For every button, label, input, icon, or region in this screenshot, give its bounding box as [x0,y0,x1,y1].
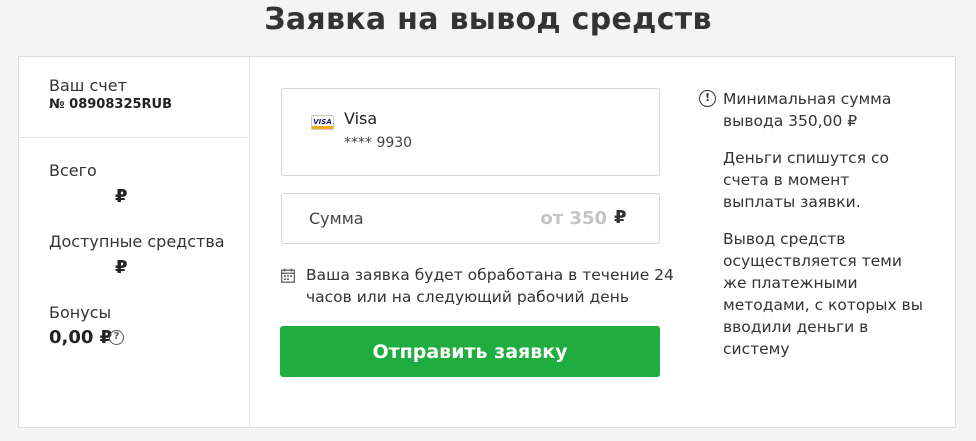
submit-request-button[interactable]: Отправить заявку [280,326,660,377]
account-sidebar: Ваш счет № 08908325RUB Всего ₽ Доступные… [19,57,250,427]
withdrawal-card: Ваш счет № 08908325RUB Всего ₽ Доступные… [18,56,956,428]
available-label: Доступные средства [49,232,225,251]
min-amount-note: Минимальная сумма вывода 350,00 ₽ [723,90,892,130]
total-value: ₽ [115,186,128,207]
account-info: Ваш счет № 08908325RUB [19,57,249,138]
visa-card-icon: VISA [311,115,334,130]
page-title: Заявка на вывод средств [264,2,712,37]
amount-currency: ₽ [614,207,627,228]
debit-note: Деньги спишутся со счета в момент выплат… [723,149,889,211]
visa-icon-stripe [312,126,333,129]
available-value: ₽ [115,257,128,278]
info-icon: ! [699,90,716,107]
payment-method-card[interactable]: VISA Visa **** 9930 [281,88,660,176]
bonus-value: 0,00 ₽ [49,327,113,348]
visa-icon-text: VISA [313,118,332,126]
calendar-icon [281,268,295,283]
amount-field[interactable]: Сумма ₽ [281,193,660,244]
total-label: Всего [49,161,97,180]
account-number: № 08908325RUB [49,97,173,112]
bonus-label: Бонусы [49,303,112,322]
amount-input[interactable] [432,204,607,232]
question-icon[interactable]: ? [109,330,124,345]
processing-note: Ваша заявка будет обработана в течение 2… [306,266,674,306]
card-masked-number: **** 9930 [344,135,413,151]
payment-method-name: Visa [344,109,378,128]
method-note: Вывод средств осуществляется теми же пла… [723,230,923,358]
account-label: Ваш счет [49,76,127,95]
amount-label: Сумма [309,209,364,228]
